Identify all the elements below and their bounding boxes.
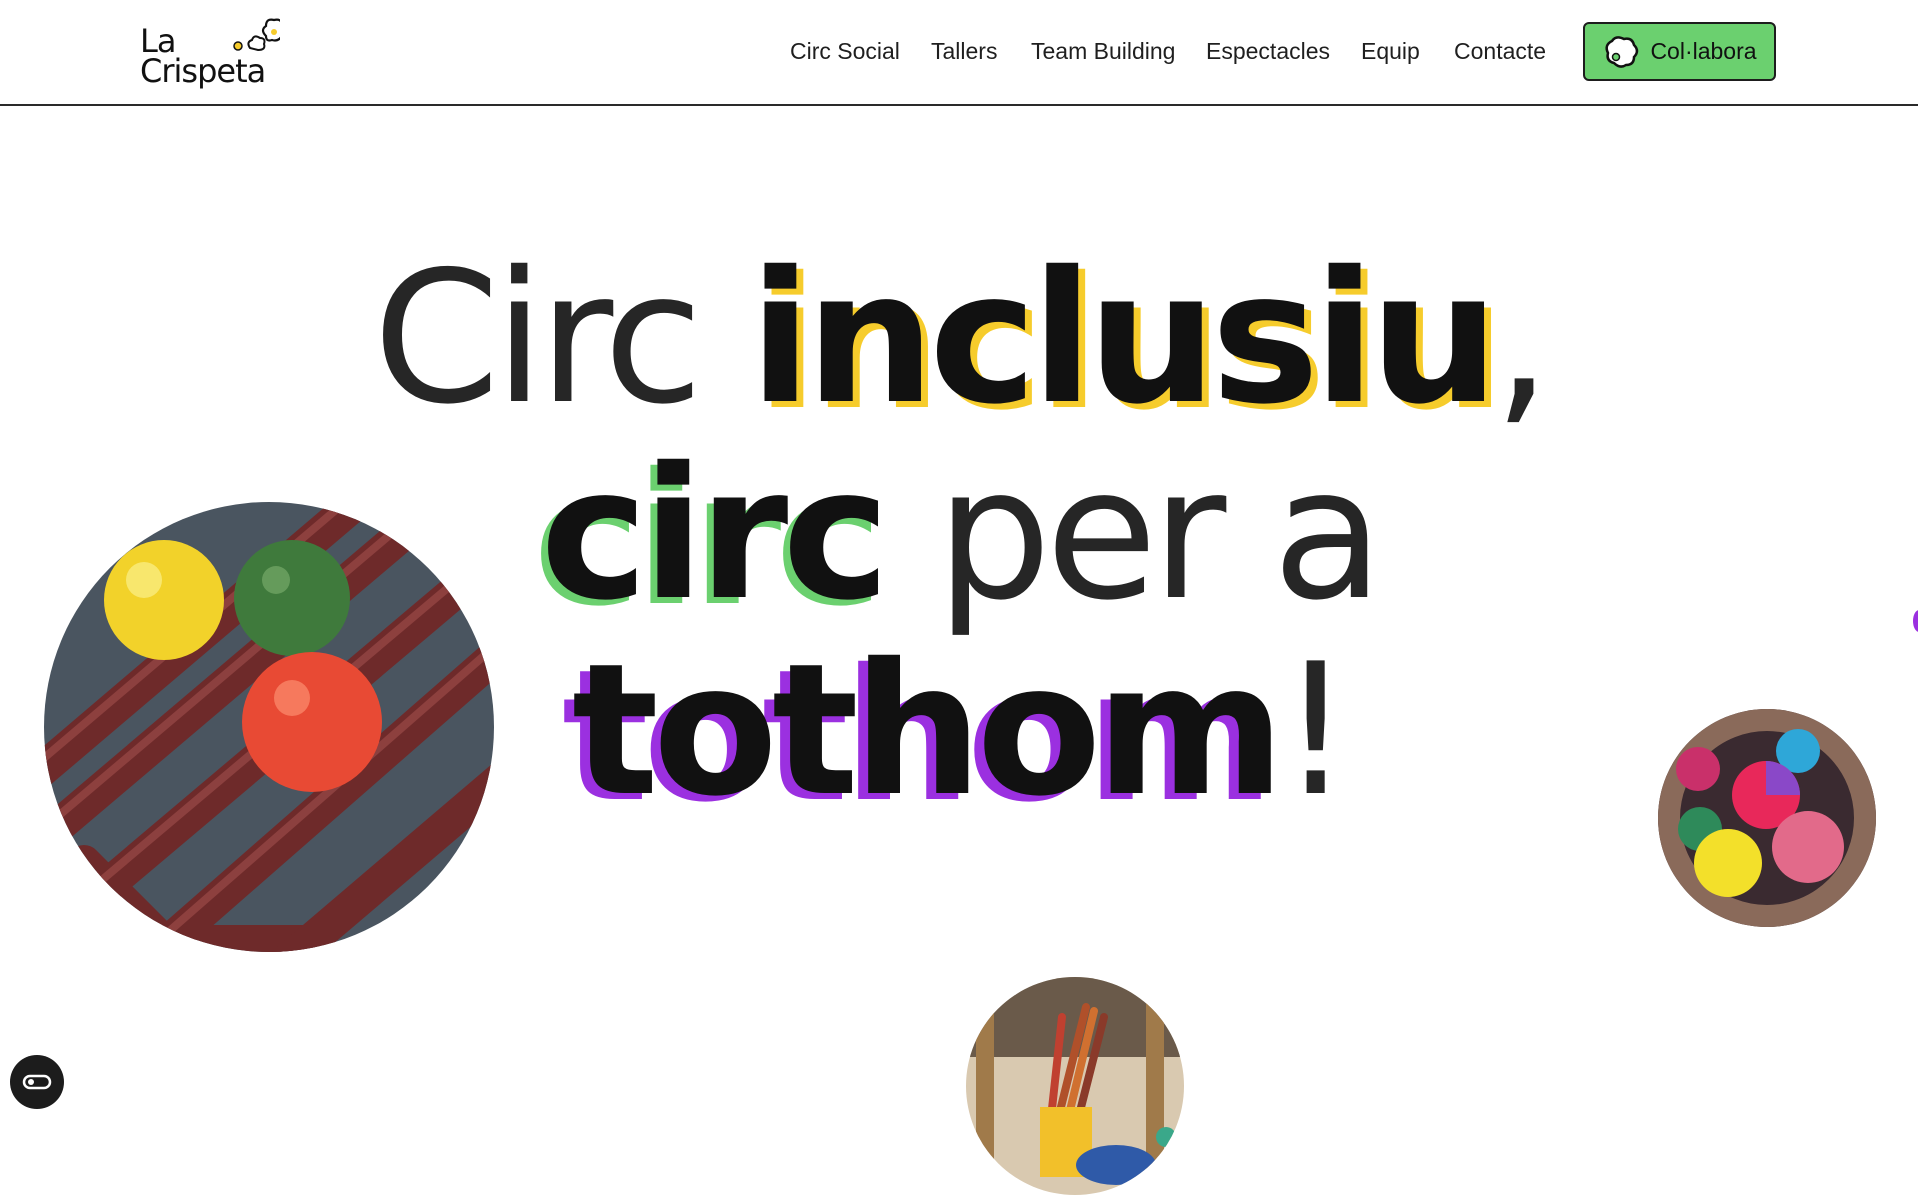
photo-colorful-juggling-balls (1658, 709, 1876, 927)
nav-contacte[interactable]: Contacte (1454, 38, 1546, 65)
cookie-settings-icon (22, 1074, 52, 1090)
site-header: La Crispeta Circ Social Tallers Team Bui… (0, 0, 1918, 106)
collabora-label: Col·labora (1650, 38, 1757, 64)
nav-team-building[interactable]: Team Building (1031, 38, 1175, 65)
site-logo[interactable]: La Crispeta (140, 14, 280, 94)
nav-circ-social[interactable]: Circ Social (790, 38, 900, 65)
hero-line2-plain: per a (884, 428, 1384, 640)
logo-line2: Crispeta (140, 52, 266, 90)
cookie-settings-button[interactable] (10, 1055, 64, 1109)
photo-circus-equipment (966, 977, 1184, 1195)
hero-line1-tail: , (1493, 232, 1551, 444)
photo-juggling-balls-on-pipes (44, 502, 494, 952)
nav-equip[interactable]: Equip (1361, 38, 1420, 65)
nav-espectacles[interactable]: Espectacles (1206, 38, 1330, 65)
hero-line1-plain: Circ (372, 232, 750, 444)
popcorn-icon (1605, 35, 1639, 68)
hero-word-inclusiu: inclusiu (749, 232, 1499, 444)
nav-tallers[interactable]: Tallers (931, 38, 997, 65)
hero-line-1: Circ inclusiu, (0, 240, 1918, 436)
decorative-dot (1913, 610, 1918, 632)
hero-word-circ: circ (540, 428, 890, 640)
popcorn-icon (233, 18, 280, 52)
collabora-button[interactable]: Col·labora (1583, 22, 1776, 81)
hero-word-tothom: tothom (571, 624, 1285, 836)
hero-line3-tail: ! (1279, 624, 1352, 836)
